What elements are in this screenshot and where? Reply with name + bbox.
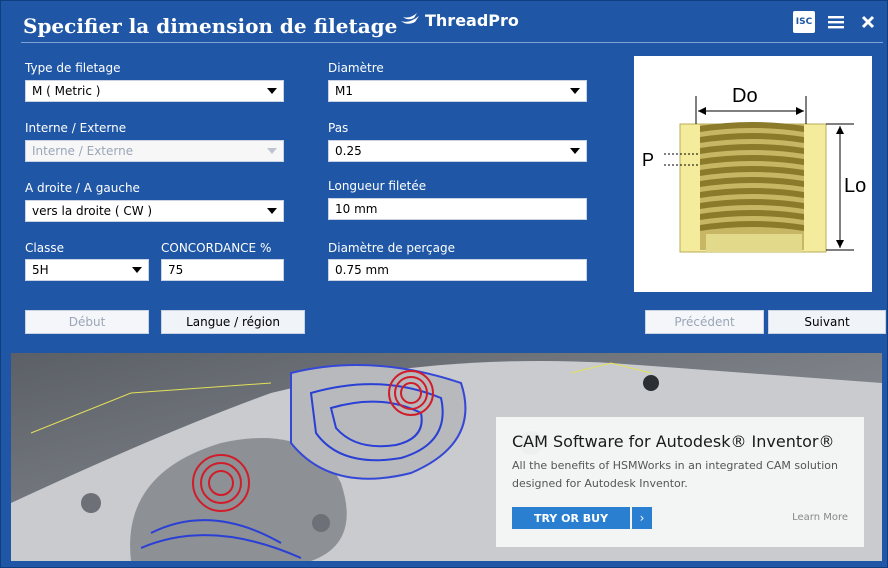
isc-logo-icon[interactable]: ISC: [793, 11, 815, 33]
banner-card: CAM Software for Autodesk® Inventor® All…: [496, 417, 864, 547]
diameter-value: M1: [335, 84, 353, 98]
chevron-down-icon: [132, 267, 142, 273]
title-bar: Specifier la dimension de filetage Threa…: [1, 1, 888, 43]
title-divider: [21, 42, 883, 43]
page-title: Specifier la dimension de filetage: [23, 14, 398, 38]
class-value: 5H: [32, 263, 49, 277]
concordance-label: CONCORDANCE %: [161, 241, 272, 255]
thread-length-input[interactable]: 10 mm: [328, 198, 587, 220]
pitch-label: Pas: [328, 121, 349, 135]
brand: ThreadPro: [399, 10, 519, 30]
internal-external-value: Interne / Externe: [32, 144, 134, 158]
hamburger-icon[interactable]: [825, 11, 847, 33]
thread-teeth: [700, 122, 804, 252]
threadpro-logo-icon: [399, 10, 421, 30]
drill-diameter-label: Diamètre de perçage: [328, 241, 456, 255]
banner-title: CAM Software for Autodesk® Inventor®: [512, 432, 835, 451]
banner-subtitle: All the benefits of HSMWorks in an integ…: [512, 459, 838, 490]
thread-length-label: Longueur filetée: [328, 179, 427, 193]
threadpro-window: Specifier la dimension de filetage Threa…: [0, 0, 888, 568]
cam-software-banner[interactable]: CAM Software for Autodesk® Inventor® All…: [11, 353, 882, 561]
hand-value: vers la droite ( CW ): [32, 204, 153, 218]
chevron-right-icon[interactable]: ›: [632, 507, 652, 529]
concordance-input[interactable]: 75: [161, 259, 284, 281]
chevron-down-icon: [267, 148, 277, 154]
thread-diagram: Do P Lo: [634, 56, 872, 292]
title-bar-icons: ISC: [793, 11, 879, 33]
pitch-value: 0.25: [335, 144, 362, 158]
brand-name: ThreadPro: [425, 10, 519, 30]
chevron-down-icon: [570, 148, 580, 154]
start-button[interactable]: Début: [25, 310, 149, 334]
try-or-buy-button[interactable]: TRY OR BUY: [512, 507, 630, 529]
do-dimension-label: Do: [732, 85, 758, 107]
internal-external-label: Interne / Externe: [25, 121, 127, 135]
pitch-select[interactable]: 0.25: [328, 140, 587, 162]
class-label: Classe: [25, 241, 64, 255]
isc-badge-text: ISC: [795, 17, 813, 27]
language-region-button[interactable]: Langue / région: [161, 310, 305, 334]
diameter-select[interactable]: M1: [328, 80, 587, 102]
hand-label: A droite / A gauche: [25, 181, 140, 195]
next-button[interactable]: Suivant: [768, 310, 886, 334]
learn-more-link[interactable]: Learn More: [792, 512, 848, 523]
drill-diameter-value: 0.75 mm: [335, 263, 389, 277]
thread-type-label: Type de filetage: [25, 61, 121, 75]
p-dimension-label: P: [642, 150, 654, 170]
thread-type-value: M ( Metric ): [32, 84, 101, 98]
hand-select[interactable]: vers la droite ( CW ): [25, 200, 284, 222]
chevron-down-icon: [570, 88, 580, 94]
drill-diameter-input[interactable]: 0.75 mm: [328, 259, 587, 281]
thread-diagram-svg: Do P Lo: [642, 85, 866, 253]
lo-dimension-label: Lo: [844, 175, 866, 197]
class-select[interactable]: 5H: [25, 259, 149, 281]
diameter-label: Diamètre: [328, 61, 384, 75]
concordance-value: 75: [168, 263, 184, 277]
thread-type-select[interactable]: M ( Metric ): [25, 80, 284, 102]
close-icon[interactable]: [857, 11, 879, 33]
chevron-down-icon: [267, 88, 277, 94]
thread-length-value: 10 mm: [335, 202, 378, 216]
previous-button[interactable]: Précédent: [645, 310, 764, 334]
chevron-down-icon: [267, 208, 277, 214]
internal-external-select[interactable]: Interne / Externe: [25, 140, 284, 162]
